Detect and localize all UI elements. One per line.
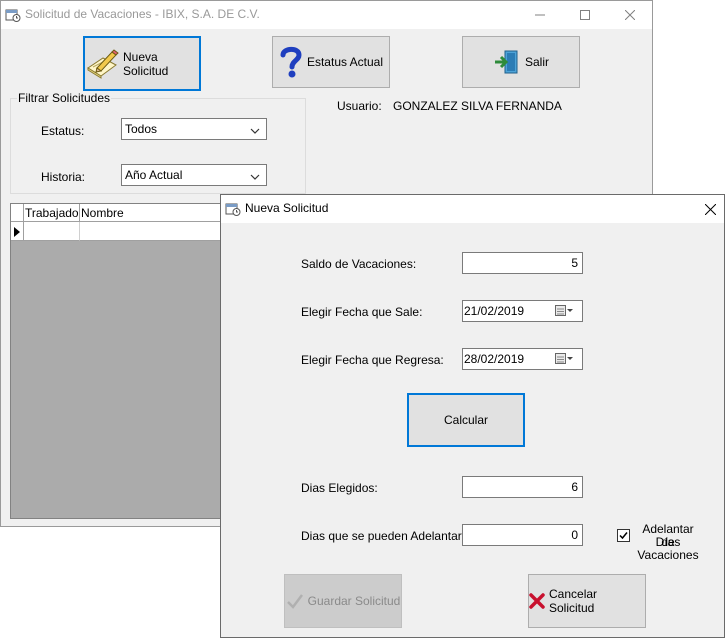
dialog-titlebar[interactable]: Nueva Solicitud	[221, 195, 724, 223]
calendar-dropdown-icon[interactable]	[555, 305, 574, 317]
close-dialog-icon[interactable]	[687, 195, 726, 223]
history-filter-select[interactable]: Año Actual	[121, 164, 267, 186]
close-main-icon[interactable]	[607, 1, 653, 29]
status-filter-label: Estatus:	[41, 124, 85, 138]
main-window-title: Solicitud de Vacaciones - IBIX, S.A. DE …	[25, 7, 260, 21]
status-filter-value: Todos	[125, 122, 158, 136]
check-icon	[286, 593, 304, 609]
app-calendar-icon	[5, 7, 21, 23]
departure-date-label: Elegir Fecha que Sale:	[301, 305, 423, 319]
status-button[interactable]: Estatus Actual	[272, 36, 390, 88]
chevron-down-icon	[250, 170, 260, 184]
current-row-arrow-icon	[14, 226, 20, 240]
red-x-icon	[529, 593, 545, 609]
departure-date-value: 21/02/2019	[464, 304, 525, 318]
column-header-trabajador[interactable]: Trabajador	[24, 204, 80, 222]
exit-button[interactable]: Salir	[462, 36, 580, 88]
history-filter-label: Historia:	[41, 170, 86, 184]
balance-field[interactable]: 5	[462, 252, 583, 274]
maximize-icon[interactable]	[562, 1, 608, 29]
advance-days-label: Dias que se pueden Adelantar:	[301, 529, 466, 543]
advance-days-field[interactable]: 0	[462, 524, 583, 546]
return-date-value: 28/02/2019	[464, 352, 525, 366]
chosen-days-field[interactable]: 6	[462, 476, 583, 498]
return-date-label: Elegir Fecha que Regresa:	[301, 353, 444, 367]
return-date-picker[interactable]: 28/02/2019	[462, 348, 583, 370]
calculate-button[interactable]: Calcular	[407, 393, 525, 447]
pencil-paper-icon	[85, 48, 119, 80]
new-request-button[interactable]: Nueva Solicitud	[83, 36, 201, 91]
user-label: Usuario:	[337, 99, 382, 113]
save-request-button[interactable]: Guardar Solicitud	[284, 574, 402, 628]
minimize-icon[interactable]	[517, 1, 563, 29]
departure-date-picker[interactable]: 21/02/2019	[462, 300, 583, 322]
advance-checkbox-label-line2[interactable]: de Vacaciones	[631, 536, 705, 562]
row-selector[interactable]	[11, 222, 24, 241]
chevron-down-icon	[250, 124, 260, 138]
new-request-label: Nueva Solicitud	[123, 49, 169, 78]
balance-label: Saldo de Vacaciones:	[301, 257, 417, 271]
dialog-title: Nueva Solicitud	[245, 201, 329, 215]
user-name: GONZALEZ SILVA FERNANDA	[393, 99, 562, 113]
status-label: Estatus Actual	[306, 55, 384, 69]
new-request-dialog: Nueva Solicitud Saldo de Vacaciones: 5 E…	[220, 194, 725, 638]
dialog-calendar-icon	[225, 201, 241, 217]
status-filter-select[interactable]: Todos	[121, 118, 267, 140]
cancel-request-button[interactable]: Cancelar Solicitud	[528, 574, 646, 628]
exit-label: Salir	[524, 55, 549, 69]
chosen-days-label: Dias Elegidos:	[301, 481, 378, 495]
calendar-dropdown-icon[interactable]	[555, 353, 574, 365]
checkmark-icon	[619, 532, 628, 540]
filter-group-title: Filtrar Solicitudes	[17, 91, 112, 105]
save-request-label: Guardar Solicitud	[307, 594, 401, 608]
advance-days-checkbox[interactable]	[617, 529, 630, 542]
main-titlebar[interactable]: Solicitud de Vacaciones - IBIX, S.A. DE …	[1, 1, 652, 29]
grid-cell[interactable]	[24, 222, 80, 241]
history-filter-value: Año Actual	[125, 168, 183, 182]
exit-door-icon	[493, 49, 521, 75]
cancel-request-label: Cancelar Solicitud	[549, 587, 598, 615]
question-mark-icon	[279, 45, 303, 79]
grid-corner-header	[11, 204, 24, 222]
